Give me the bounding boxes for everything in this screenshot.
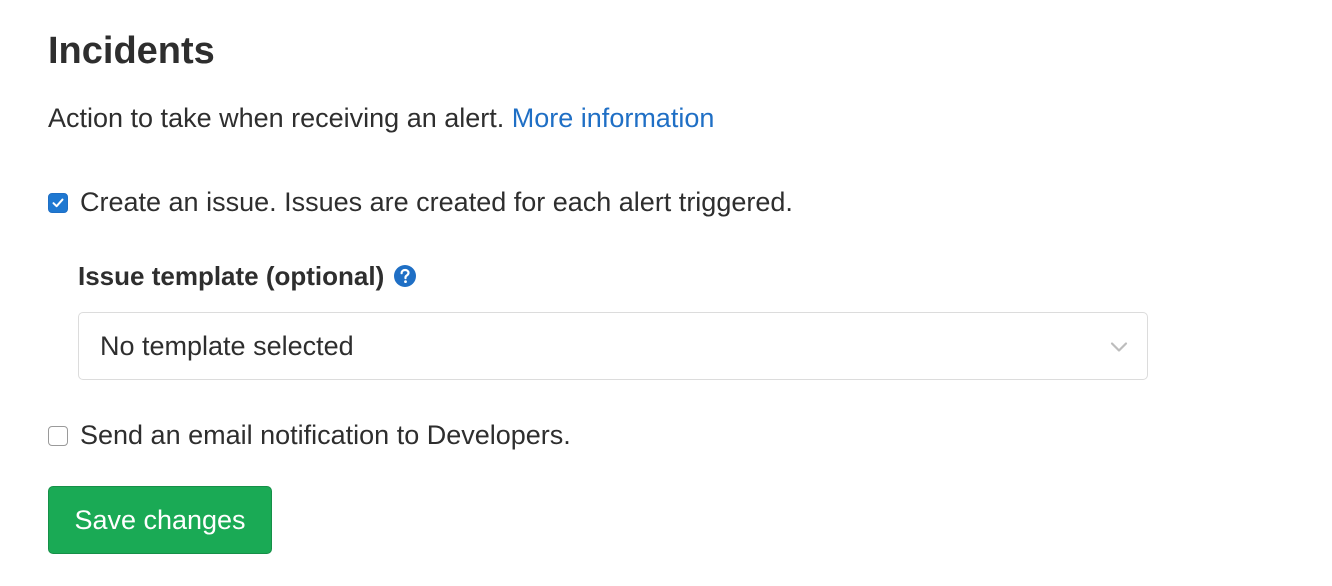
more-information-link[interactable]: More information: [512, 103, 715, 133]
checkmark-icon: [52, 198, 64, 208]
description-text: Action to take when receiving an alert.: [48, 103, 505, 133]
issue-template-select[interactable]: No template selected: [78, 312, 1148, 380]
create-issue-label: Create an issue. Issues are created for …: [80, 187, 793, 217]
chevron-down-icon: [1110, 342, 1128, 352]
issue-template-label-row: Issue template (optional): [78, 258, 417, 294]
create-issue-option[interactable]: Create an issue. Issues are created for …: [48, 184, 793, 220]
email-notification-label: Send an email notification to Developers…: [80, 420, 571, 450]
question-circle-icon[interactable]: [393, 264, 417, 288]
section-description: Action to take when receiving an alert. …: [48, 100, 714, 136]
save-changes-button[interactable]: Save changes: [48, 486, 272, 554]
issue-template-selected-value: No template selected: [100, 330, 354, 361]
email-notification-option[interactable]: Send an email notification to Developers…: [48, 417, 571, 453]
issue-template-label: Issue template (optional): [78, 261, 385, 291]
create-issue-checkbox[interactable]: [48, 193, 68, 213]
email-notification-checkbox[interactable]: [48, 426, 68, 446]
section-title: Incidents: [48, 30, 215, 72]
